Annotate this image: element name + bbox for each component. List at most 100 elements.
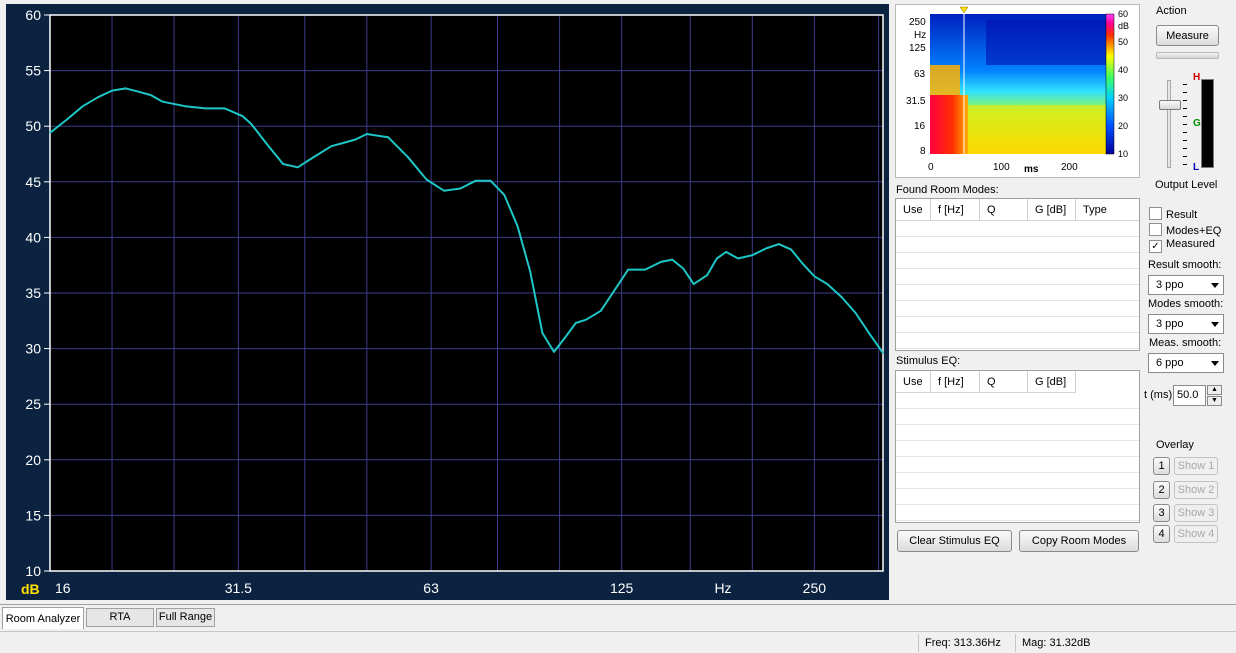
stimulus-eq-table[interactable]: Use f [Hz] Q G [dB] [895,370,1140,523]
overlay-show-1-button[interactable]: Show 1 [1174,457,1218,475]
series-point [614,289,616,291]
series-point [564,336,566,339]
chevron-down-icon [1211,361,1219,366]
meter-high-label: H [1193,72,1201,83]
overlay-show-4-button[interactable]: Show 4 [1174,525,1218,543]
series-point [250,123,252,125]
modes-eq-checkbox[interactable]: Modes+EQ [1149,223,1221,237]
overlay-show-3-button[interactable]: Show 3 [1174,504,1218,522]
result-smooth-select[interactable]: 3 ppo [1148,275,1224,295]
col-q[interactable]: Q [980,371,1028,393]
overlay-store-4-button[interactable]: 4 [1153,525,1170,543]
series-point [716,257,718,260]
col-use[interactable]: Use [896,371,931,393]
series-point [725,251,727,253]
series-point [882,352,884,354]
meas-smooth-label: Meas. smooth: [1149,337,1222,349]
result-smooth-label: Result smooth: [1148,259,1222,271]
modes-eq-checkbox-box[interactable] [1149,223,1162,236]
y-tick-label: 30 [25,341,41,357]
tab-rta[interactable]: RTA [86,608,154,627]
clear-stimulus-eq-button[interactable]: Clear Stimulus EQ [897,530,1012,552]
y-tick-label: 15 [25,507,41,523]
spectrogram-panel[interactable]: 250 Hz 125 63 31.5 16 8 0 100 ms 200 60 … [895,4,1140,178]
room-modes-label: Found Room Modes: [896,184,999,196]
result-checkbox[interactable]: Result [1149,207,1197,221]
output-level-ticks [1183,84,1187,166]
time-window-spin-up[interactable]: ▲ [1207,385,1222,395]
series-point [765,247,767,250]
time-window-spin-down[interactable]: ▼ [1207,396,1222,406]
output-level-label: Output Level [1155,179,1218,191]
series-point [82,105,84,107]
spectro-db-30: 30 [1118,93,1129,103]
series-point [693,283,695,285]
spectro-freq-125: 125 [909,43,926,54]
tab-room-analyzer[interactable]: Room Analyzer [2,607,84,629]
spectro-freq-31-5: 31.5 [906,96,926,107]
series-point [366,133,368,135]
spectro-freq-250: 250 [909,17,926,28]
col-freq[interactable]: f [Hz] [931,371,980,393]
measured-checkbox[interactable]: ✓ Measured [1149,238,1215,253]
time-window-input[interactable]: 50.0 [1173,385,1206,406]
series-point [682,267,684,270]
spectro-db-20: 20 [1118,121,1129,131]
col-gain[interactable]: G [dB] [1028,371,1076,393]
chevron-down-icon [1211,322,1219,327]
series-point [311,157,313,159]
col-q[interactable]: Q [980,199,1028,221]
overlay-store-3-button[interactable]: 3 [1153,504,1170,522]
measured-checkbox-box[interactable]: ✓ [1149,240,1162,253]
col-type[interactable]: Type [1076,199,1139,221]
meter-low-label: L [1193,162,1200,173]
overlay-store-2-button[interactable]: 2 [1153,481,1170,499]
spectro-db-50: 50 [1118,37,1129,47]
room-modes-table[interactable]: Use f [Hz] Q G [dB] Type [895,198,1140,351]
frequency-response-plot[interactable]: 60 55 50 45 40 35 30 25 20 15 10 16 31.5 63 125 Hz 250 dB [6,4,889,600]
copy-room-modes-button[interactable]: Copy Room Modes [1019,530,1139,552]
result-checkbox-box[interactable] [1149,207,1162,220]
spectro-time-0: 0 [928,162,934,173]
spectro-freq-63: 63 [914,69,926,80]
meas-smooth-select[interactable]: 6 ppo [1148,353,1224,373]
series-point [671,259,673,261]
col-gain[interactable]: G [dB] [1028,199,1076,221]
spectrogram-plot [930,6,1115,155]
series-point [813,275,816,277]
cursor-magnitude: Mag: 31.32dB [1015,634,1217,652]
series-point [343,142,345,144]
overlay-store-1-button[interactable]: 1 [1153,457,1170,475]
series-point [242,115,244,117]
measure-button[interactable]: Measure [1156,25,1219,46]
series-point [790,249,792,251]
x-tick-label: 63 [423,580,439,596]
col-freq[interactable]: f [Hz] [931,199,980,221]
modes-smooth-select[interactable]: 3 ppo [1148,314,1224,334]
series-point [778,243,780,245]
series-point [541,332,544,334]
spectro-freq-8: 8 [920,146,926,157]
tab-full-range[interactable]: Full Range [156,608,215,627]
series-point [267,144,269,146]
col-use[interactable]: Use [896,199,931,221]
series-point [330,145,332,147]
series-point [660,261,662,263]
room-modes-header: Use f [Hz] Q G [dB] Type [896,199,1139,221]
x-tick-label: Hz [714,580,731,596]
series-point [503,194,505,196]
series-point [459,187,461,190]
series-point [737,257,739,260]
series-point [297,166,299,168]
series-point [205,107,207,109]
series-point [751,254,753,256]
overlay-show-2-button[interactable]: Show 2 [1174,481,1218,499]
room-modes-rows [896,221,1139,350]
series-point [125,87,127,89]
output-level-slider-thumb[interactable] [1159,100,1181,110]
output-level-slider-track[interactable] [1167,80,1171,168]
stimulus-eq-label: Stimulus EQ: [896,355,961,367]
frequency-response-chart[interactable]: 60 55 50 45 40 35 30 25 20 15 10 16 31.5 63 125 Hz 250 dB [6,4,889,600]
series-point [224,107,226,109]
y-tick-label: 20 [25,452,41,468]
